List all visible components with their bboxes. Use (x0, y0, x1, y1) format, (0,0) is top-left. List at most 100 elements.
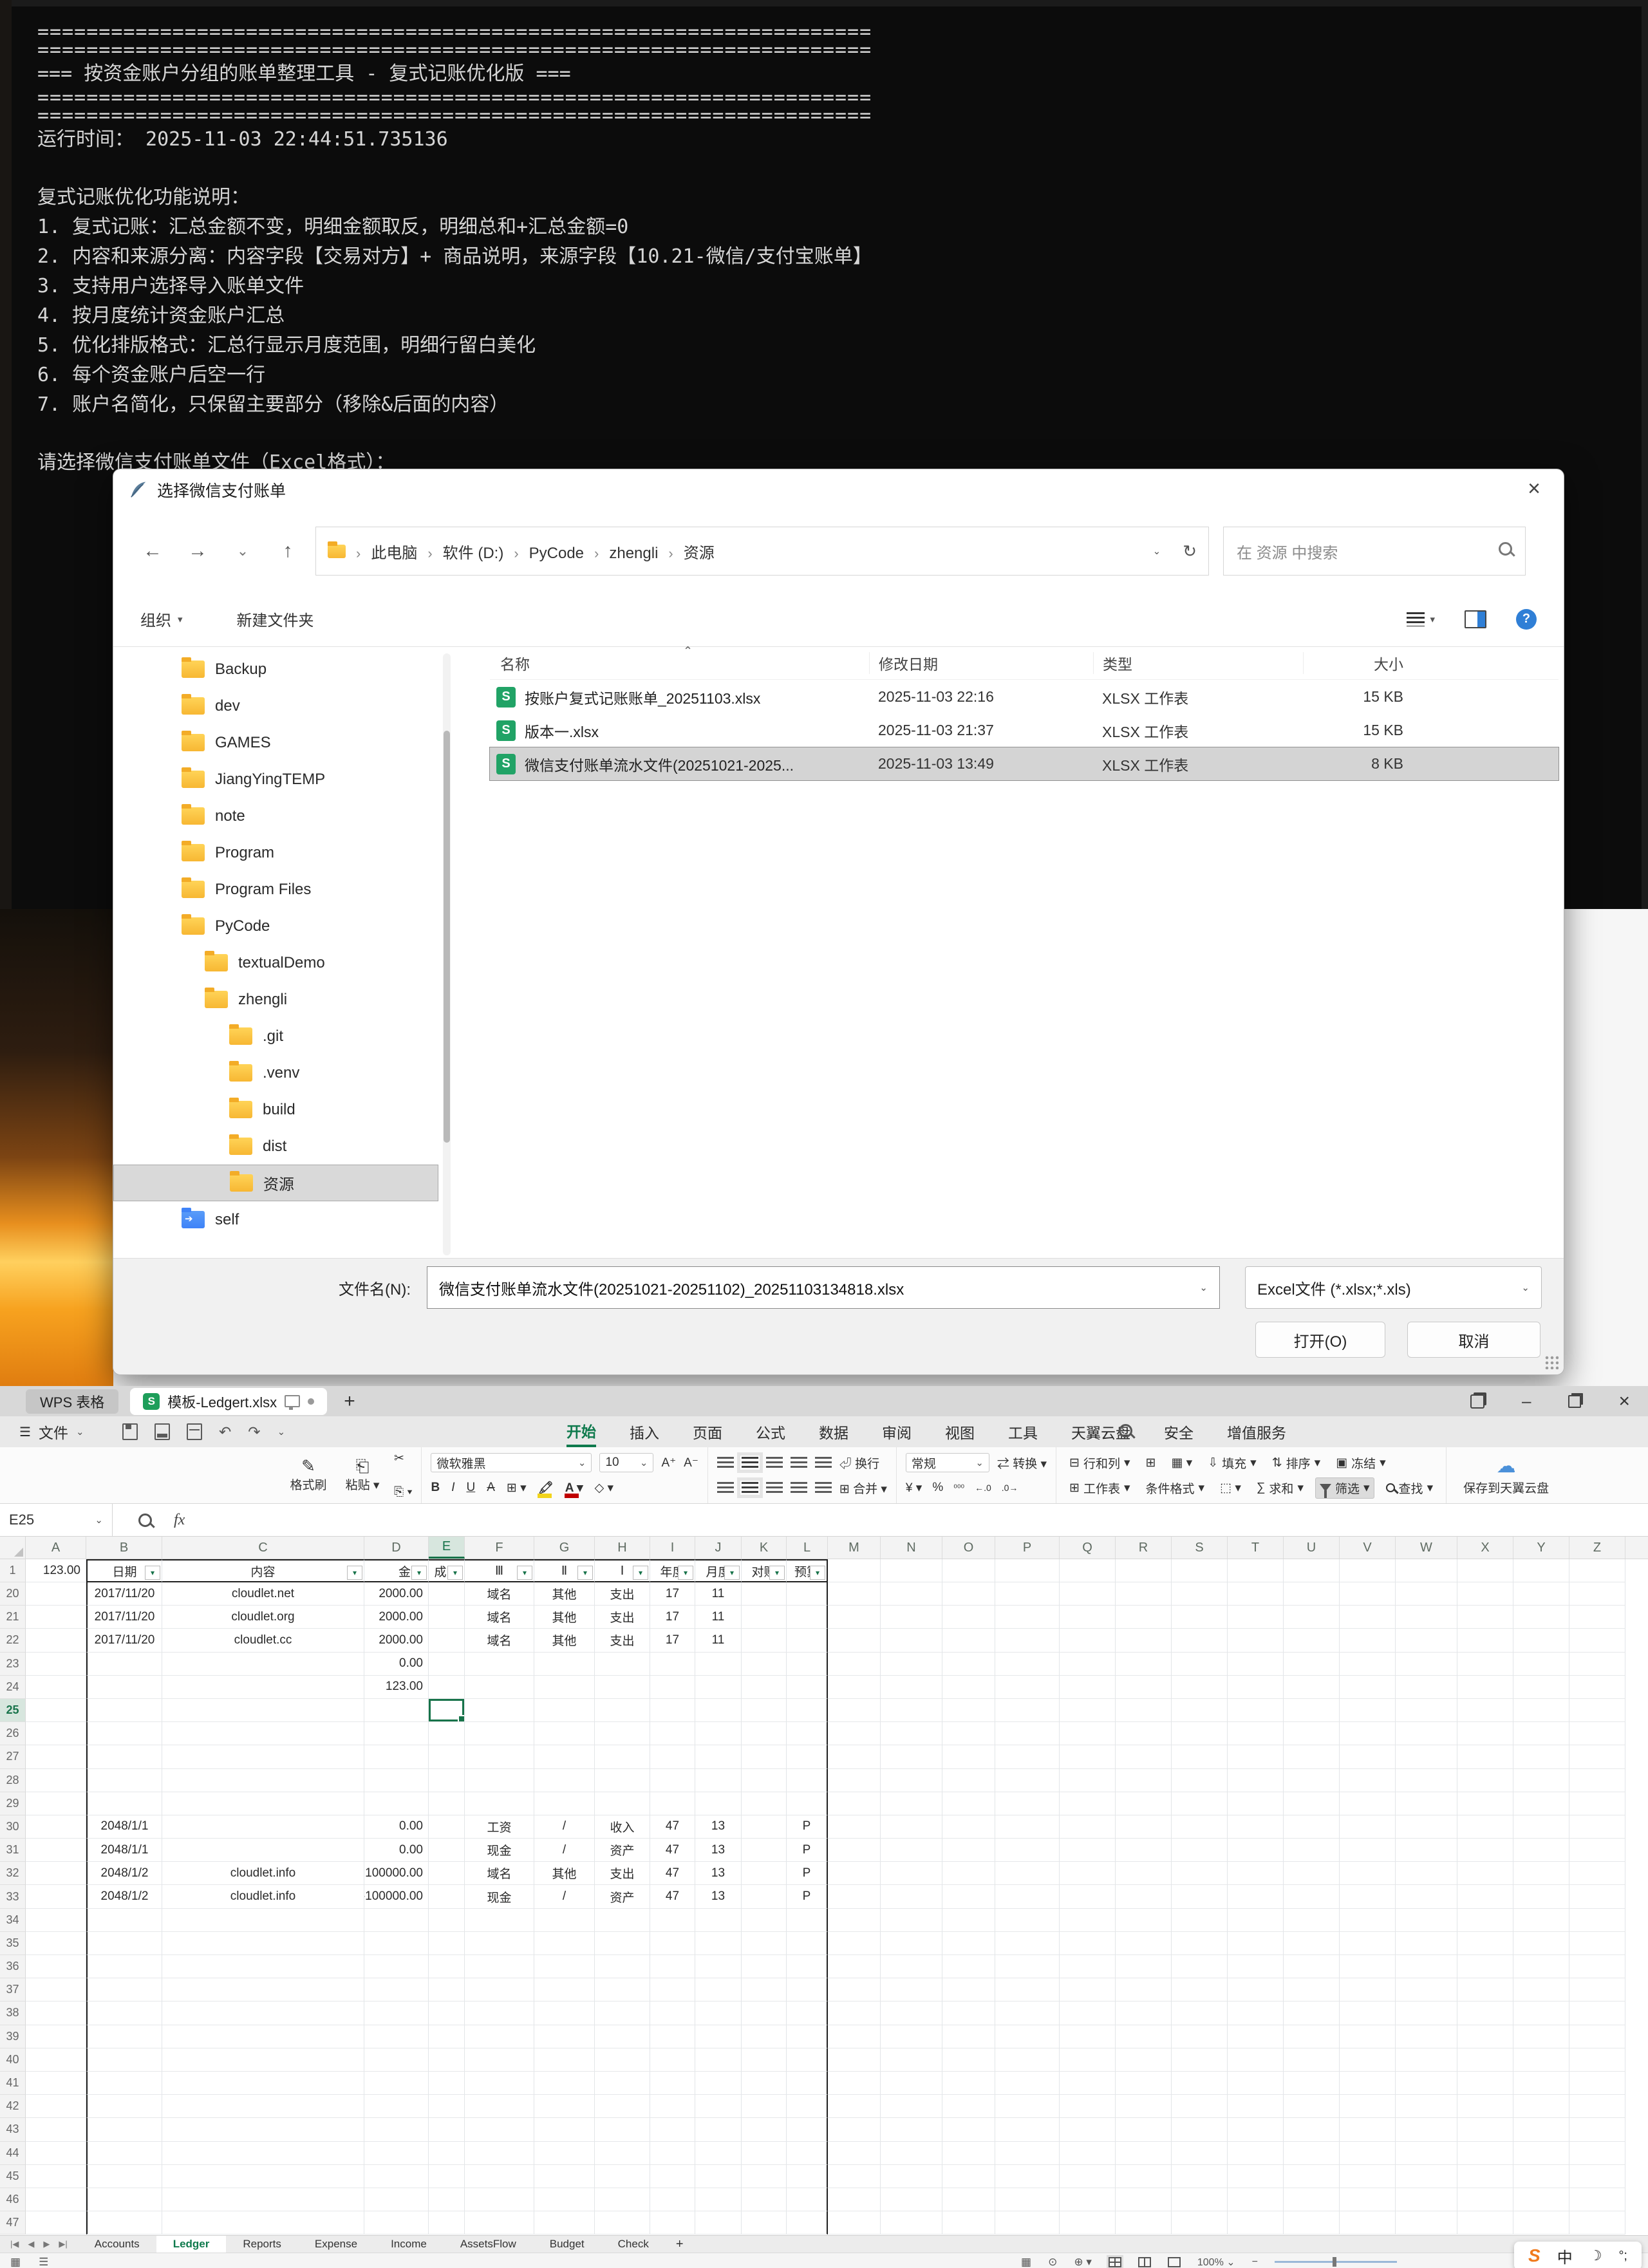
cell-B46[interactable] (86, 2188, 162, 2211)
cell-R23[interactable] (1116, 1653, 1172, 1676)
filter-dropdown-icon[interactable]: ▾ (769, 1566, 785, 1580)
cell-E29[interactable] (429, 1792, 465, 1815)
cell-W40[interactable] (1396, 2048, 1457, 2072)
cell-G23[interactable] (534, 1653, 595, 1676)
cell-A30[interactable] (26, 1815, 86, 1839)
row-number[interactable]: 39 (0, 2025, 26, 2048)
row-number[interactable]: 32 (0, 1862, 26, 1885)
cell-Z24[interactable] (1569, 1676, 1625, 1699)
cell-N23[interactable] (881, 1653, 942, 1676)
cell-Y33[interactable] (1513, 1885, 1569, 1908)
cell-K22[interactable] (742, 1629, 787, 1652)
first-sheet-icon[interactable]: |◀ (10, 2239, 19, 2249)
cell-N39[interactable] (881, 2025, 942, 2048)
cell-G40[interactable] (534, 2048, 595, 2072)
column-header-E[interactable]: E (429, 1537, 465, 1559)
cell-Y39[interactable] (1513, 2025, 1569, 2048)
cell-E43[interactable] (429, 2118, 465, 2141)
cell-N32[interactable] (881, 1862, 942, 1885)
document-tab[interactable]: S 模板-Ledgert.xlsx (130, 1388, 327, 1415)
cell-G22[interactable]: 其他 (534, 1629, 595, 1652)
cell-O1[interactable] (942, 1559, 995, 1582)
cell-L36[interactable] (787, 1955, 828, 1978)
cell-M1[interactable] (828, 1559, 881, 1582)
cell-R22[interactable] (1116, 1629, 1172, 1652)
cell-V37[interactable] (1340, 1978, 1396, 2001)
cell-V42[interactable] (1340, 2095, 1396, 2118)
cell-J33[interactable]: 13 (695, 1885, 742, 1908)
cell-F43[interactable] (465, 2118, 534, 2141)
cell-V45[interactable] (1340, 2165, 1396, 2188)
breadcrumb-segment[interactable]: zhengli (609, 545, 658, 562)
file-row[interactable]: S版本一.xlsx2025-11-03 21:37XLSX 工作表15 KB (490, 714, 1559, 747)
cell-R41[interactable] (1116, 2072, 1172, 2095)
cell-C39[interactable] (162, 2025, 364, 2048)
cell-L43[interactable] (787, 2118, 828, 2141)
cell-X27[interactable] (1457, 1745, 1513, 1768)
filename-input[interactable]: 微信支付账单流水文件(20251021-20251102)_2025110313… (427, 1266, 1220, 1309)
cell-Q38[interactable] (1060, 2001, 1116, 2025)
cell-F47[interactable] (465, 2211, 534, 2235)
cell-Z37[interactable] (1569, 1978, 1625, 2001)
cell-F32[interactable]: 域名 (465, 1862, 534, 1885)
cell-L40[interactable] (787, 2048, 828, 2072)
menu-增值服务[interactable]: 增值服务 (1227, 1416, 1286, 1447)
cell-K20[interactable] (742, 1582, 787, 1606)
cell-D28[interactable] (364, 1769, 429, 1792)
cell-M24[interactable] (828, 1676, 881, 1699)
fx-icon[interactable]: fx (174, 1512, 185, 1529)
restore-icon[interactable] (1568, 1395, 1581, 1408)
cell-Z23[interactable] (1569, 1653, 1625, 1676)
cell-U29[interactable] (1284, 1792, 1340, 1815)
cell-Q21[interactable] (1060, 1606, 1116, 1629)
cell-P47[interactable] (995, 2211, 1060, 2235)
cell-Y28[interactable] (1513, 1769, 1569, 1792)
cell-C21[interactable]: cloudlet.org (162, 1606, 364, 1629)
cell-O20[interactable] (942, 1582, 995, 1606)
cell-T23[interactable] (1228, 1653, 1284, 1676)
cell-F21[interactable]: 域名 (465, 1606, 534, 1629)
cell-I27[interactable] (650, 1745, 695, 1768)
cell-R28[interactable] (1116, 1769, 1172, 1792)
sheet-tab-budget[interactable]: Budget (533, 2236, 601, 2253)
cell-O33[interactable] (942, 1885, 995, 1908)
cell-Q46[interactable] (1060, 2188, 1116, 2211)
cell-U41[interactable] (1284, 2072, 1340, 2095)
cell-W21[interactable] (1396, 1606, 1457, 1629)
cell-E26[interactable] (429, 1722, 465, 1745)
print-icon[interactable] (154, 1423, 170, 1440)
cell-Z33[interactable] (1569, 1885, 1625, 1908)
row-number[interactable]: 45 (0, 2165, 26, 2188)
menu-页面[interactable]: 页面 (693, 1416, 722, 1447)
row-number[interactable]: 20 (0, 1582, 26, 1606)
cell-M38[interactable] (828, 2001, 881, 2025)
sheet-tab-accounts[interactable]: Accounts (78, 2236, 156, 2253)
align-center-icon[interactable] (742, 1482, 758, 1494)
select-all-corner[interactable] (0, 1537, 26, 1559)
strikethrough-icon[interactable]: A (487, 1481, 495, 1495)
cell-N38[interactable] (881, 2001, 942, 2025)
cell-U40[interactable] (1284, 2048, 1340, 2072)
cell-O32[interactable] (942, 1862, 995, 1885)
row-number[interactable]: 25 (0, 1699, 26, 1722)
cell-T24[interactable] (1228, 1676, 1284, 1699)
cell-W23[interactable] (1396, 1653, 1457, 1676)
cell-I36[interactable] (650, 1955, 695, 1978)
cell-G20[interactable]: 其他 (534, 1582, 595, 1606)
cell-C29[interactable] (162, 1792, 364, 1815)
cell-Q25[interactable] (1060, 1699, 1116, 1722)
cell-A45[interactable] (26, 2165, 86, 2188)
cell-Z34[interactable] (1569, 1909, 1625, 1932)
cell-F39[interactable] (465, 2025, 534, 2048)
cell-U22[interactable] (1284, 1629, 1340, 1652)
cell-D22[interactable]: 2000.00 (364, 1629, 429, 1652)
cell-B38[interactable] (86, 2001, 162, 2025)
cell-K23[interactable] (742, 1653, 787, 1676)
cell-J26[interactable] (695, 1722, 742, 1745)
filter-dropdown-icon[interactable]: ▾ (810, 1566, 825, 1580)
cell-D31[interactable]: 0.00 (364, 1839, 429, 1862)
cell-B26[interactable] (86, 1722, 162, 1745)
font-color-icon[interactable]: A ▾ (565, 1481, 583, 1495)
cell-A23[interactable] (26, 1653, 86, 1676)
cell-D42[interactable] (364, 2095, 429, 2118)
